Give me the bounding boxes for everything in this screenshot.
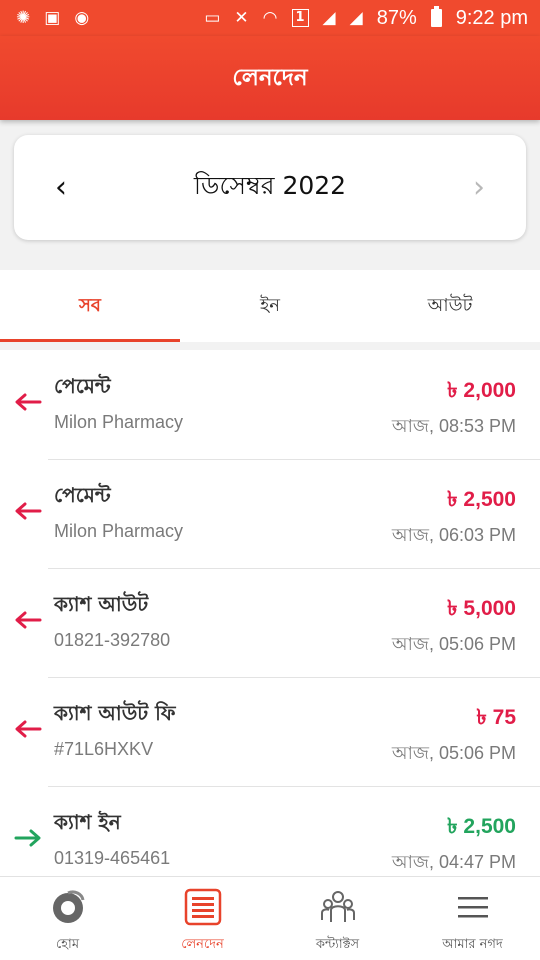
battery-percentage: 87% — [376, 6, 417, 29]
month-selector: ‹ ডিসেম্বর 2022 › — [14, 135, 526, 240]
transaction-row[interactable]: ক্যাশ আউট 01821-392780 ৳ 5,000 আজ, 05:06… — [0, 568, 540, 677]
transaction-row[interactable]: পেমেন্ট Milon Pharmacy ৳ 2,000 আজ, 08:53… — [0, 350, 540, 459]
nav-item-transactions[interactable]: লেনদেন — [135, 877, 270, 960]
bottom-nav: হোম লেনদেন কন্ট্যাক্টস আমার নগদ — [0, 876, 540, 960]
page-title: লেনদেন — [232, 64, 308, 91]
transaction-row[interactable]: ক্যাশ ইন 01319-465461 ৳ 2,500 আজ, 04:47 … — [0, 786, 540, 876]
transaction-subtitle: 01319-465461 — [54, 848, 171, 868]
mute-icon: ✕ — [234, 7, 249, 28]
nav-label-home: হোম — [55, 937, 80, 952]
signal-icon-2: ◢ — [349, 7, 363, 28]
transaction-subtitle: Milon Pharmacy — [54, 412, 184, 432]
transaction-time: আজ, 05:06 PM — [391, 634, 516, 654]
app-header: লেনদেন — [0, 36, 540, 120]
aperture-icon: ✺ — [16, 7, 31, 28]
nav-label-transactions: লেনদেন — [181, 937, 224, 952]
transaction-time: আজ, 06:03 PM — [391, 525, 516, 545]
record-icon: ◉ — [74, 7, 90, 28]
sim-card-icon: ▣ — [44, 7, 61, 28]
transaction-amount: ৳ 5,000 — [447, 597, 516, 620]
status-bar-right: ▭ ✕ ◠ 1 ◢ ◢ 87% 9:22 pm — [204, 6, 528, 30]
chevron-right-icon[interactable]: › — [464, 170, 494, 205]
transaction-amount: ৳ 2,500 — [447, 488, 516, 511]
transaction-list: পেমেন্ট Milon Pharmacy ৳ 2,000 আজ, 08:53… — [0, 350, 540, 876]
transaction-amount: ৳ 75 — [476, 706, 516, 729]
transaction-amount: ৳ 2,000 — [447, 379, 516, 402]
transaction-time: আজ, 05:06 PM — [391, 743, 516, 763]
transaction-subtitle: Milon Pharmacy — [54, 521, 184, 541]
status-bar: ✺ ▣ ◉ ▭ ✕ ◠ 1 ◢ ◢ 87% 9:22 pm — [0, 0, 540, 36]
nav-label-my-nagad: আমার নগদ — [442, 937, 503, 952]
transaction-time: আজ, 08:53 PM — [391, 416, 516, 436]
signal-icon: ◢ — [322, 7, 336, 28]
tab-all[interactable]: সব — [0, 270, 180, 342]
tab-in[interactable]: ইন — [180, 270, 360, 342]
nav-label-contacts: কন্ট্যাক্টস — [315, 937, 360, 952]
transaction-title: পেমেন্ট — [54, 374, 111, 398]
transaction-title: ক্যাশ আউট — [54, 592, 149, 616]
transaction-subtitle: #71L6HXKV — [54, 739, 154, 759]
nav-item-home[interactable]: হোম — [0, 877, 135, 960]
home-icon — [48, 887, 88, 927]
arrow-right-icon — [14, 829, 41, 847]
tab-out[interactable]: আউট — [360, 270, 540, 342]
menu-icon — [453, 887, 493, 927]
transaction-time: আজ, 04:47 PM — [391, 852, 516, 872]
nav-item-contacts[interactable]: কন্ট্যাক্টস — [270, 877, 405, 960]
clock: 9:22 pm — [455, 6, 528, 29]
filter-tabs: সব ইন আউট — [0, 270, 540, 342]
arrow-left-icon — [15, 611, 42, 629]
month-label: ডিসেম্বর 2022 — [193, 171, 347, 200]
transaction-amount: ৳ 2,500 — [447, 815, 516, 838]
status-bar-left: ✺ ▣ ◉ — [16, 7, 90, 28]
wifi-icon: ◠ — [262, 7, 278, 28]
transaction-row[interactable]: পেমেন্ট Milon Pharmacy ৳ 2,500 আজ, 06:03… — [0, 459, 540, 568]
arrow-left-icon — [15, 393, 42, 411]
transaction-title: ক্যাশ আউট ফি — [54, 701, 176, 725]
arrow-left-icon — [15, 720, 42, 738]
cast-icon: ▭ — [204, 7, 221, 28]
transaction-row[interactable]: ক্যাশ আউট ফি #71L6HXKV ৳ 75 আজ, 05:06 PM — [0, 677, 540, 786]
battery-icon — [430, 6, 442, 27]
transaction-title: ক্যাশ ইন — [54, 810, 121, 834]
transactions-icon — [183, 887, 223, 927]
nav-item-my-nagad[interactable]: আমার নগদ — [405, 877, 540, 960]
sim-slot-badge: 1 — [291, 9, 309, 27]
transaction-title: পেমেন্ট — [54, 483, 111, 507]
contacts-icon — [318, 887, 358, 927]
chevron-left-icon[interactable]: ‹ — [46, 170, 76, 205]
transaction-subtitle: 01821-392780 — [54, 630, 171, 650]
arrow-left-icon — [15, 502, 42, 520]
